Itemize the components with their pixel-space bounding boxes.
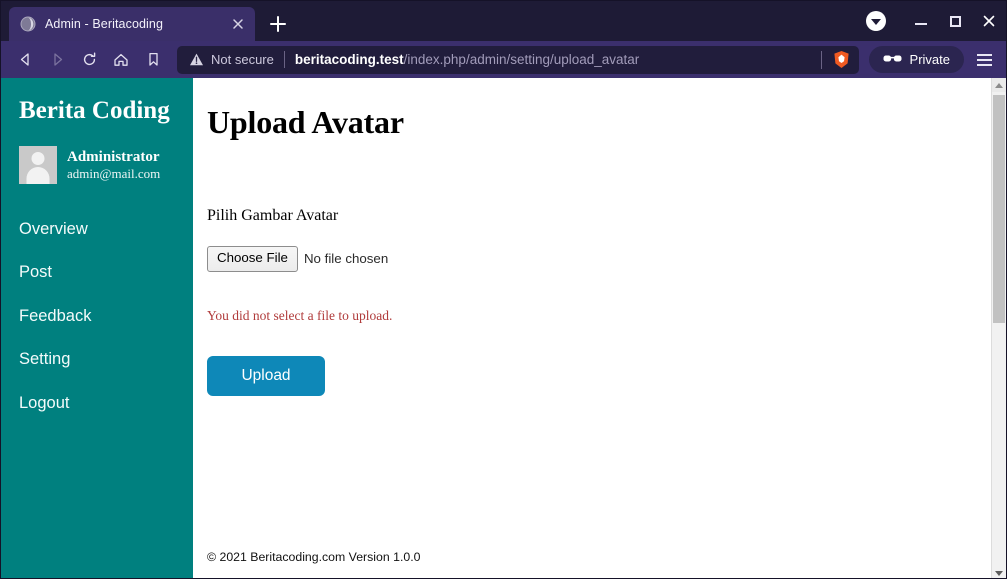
- chevron-down-circle-icon[interactable]: [866, 11, 886, 31]
- reload-icon[interactable]: [73, 45, 105, 75]
- sidebar-nav: Overview Post Feedback Setting Logout: [1, 208, 193, 425]
- sidebar-item-setting[interactable]: Setting: [1, 338, 193, 381]
- sidebar: Berita Coding Administrator admin@mail.c…: [1, 78, 193, 578]
- url-text: beritacoding.test/index.php/admin/settin…: [295, 52, 811, 67]
- sidebar-item-feedback[interactable]: Feedback: [1, 295, 193, 338]
- back-arrow-icon[interactable]: [9, 45, 41, 75]
- close-icon[interactable]: [972, 1, 1006, 41]
- private-label: Private: [909, 52, 950, 67]
- maximize-icon[interactable]: [938, 1, 972, 41]
- profile-block: Administrator admin@mail.com: [1, 126, 193, 184]
- address-bar[interactable]: Not secure beritacoding.test/index.php/a…: [177, 45, 859, 74]
- sidebar-item-logout[interactable]: Logout: [1, 382, 193, 425]
- bookmark-icon[interactable]: [137, 45, 169, 75]
- user-avatar-placeholder: [19, 146, 57, 184]
- titlebar: Admin - Beritacoding: [1, 1, 1006, 41]
- avatar-field-label: Pilih Gambar Avatar: [207, 207, 339, 224]
- footer-text: © 2021 Beritacoding.com Version 1.0.0: [207, 550, 421, 564]
- window-controls: [866, 1, 1006, 41]
- security-status-label: Not secure: [211, 52, 274, 67]
- url-host: beritacoding.test: [294, 52, 404, 67]
- file-input[interactable]: Choose File No file chosen: [207, 246, 1006, 272]
- divider: [820, 50, 822, 69]
- main-content: Upload Avatar Pilih Gambar Avatar Choose…: [193, 78, 1006, 578]
- forward-arrow-icon: [41, 45, 73, 75]
- hamburger-menu-icon[interactable]: [970, 45, 998, 75]
- home-icon[interactable]: [105, 45, 137, 75]
- page-title: Upload Avatar: [207, 104, 404, 140]
- brave-lion-icon[interactable]: [832, 50, 851, 69]
- site-brand: Berita Coding: [19, 97, 170, 124]
- scroll-down-arrow-icon[interactable]: [992, 566, 1006, 578]
- upload-button[interactable]: Upload: [207, 355, 325, 396]
- sidebar-item-post[interactable]: Post: [1, 251, 193, 294]
- profile-name: Administrator: [67, 148, 160, 165]
- tab-title: Admin - Beritacoding: [45, 17, 164, 31]
- close-icon[interactable]: [230, 16, 246, 32]
- sidebar-item-overview[interactable]: Overview: [1, 208, 193, 251]
- error-message: You did not select a file to upload.: [207, 307, 393, 323]
- scrollbar-thumb[interactable]: [993, 95, 1005, 323]
- navigation-toolbar: Not secure beritacoding.test/index.php/a…: [1, 41, 1006, 78]
- globe-icon: [20, 16, 36, 32]
- sunglasses-icon: [883, 52, 902, 67]
- page-viewport: Berita Coding Administrator admin@mail.c…: [1, 78, 1006, 578]
- new-tab-button[interactable]: [263, 9, 293, 39]
- divider: [283, 51, 285, 68]
- file-status-text: No file chosen: [303, 251, 389, 267]
- profile-email: admin@mail.com: [67, 166, 161, 182]
- browser-tab[interactable]: Admin - Beritacoding: [9, 7, 255, 41]
- private-window-button[interactable]: Private: [868, 46, 964, 73]
- warning-triangle-icon: [189, 52, 204, 67]
- url-path: /index.php/admin/setting/upload_avatar: [403, 52, 640, 67]
- minimize-icon[interactable]: [904, 1, 938, 41]
- scroll-up-arrow-icon[interactable]: [992, 78, 1006, 92]
- page-scrollbar[interactable]: [991, 78, 1006, 578]
- choose-file-button[interactable]: Choose File: [207, 246, 298, 272]
- browser-window: Admin - Beritacoding Not secure beritaco…: [0, 0, 1007, 579]
